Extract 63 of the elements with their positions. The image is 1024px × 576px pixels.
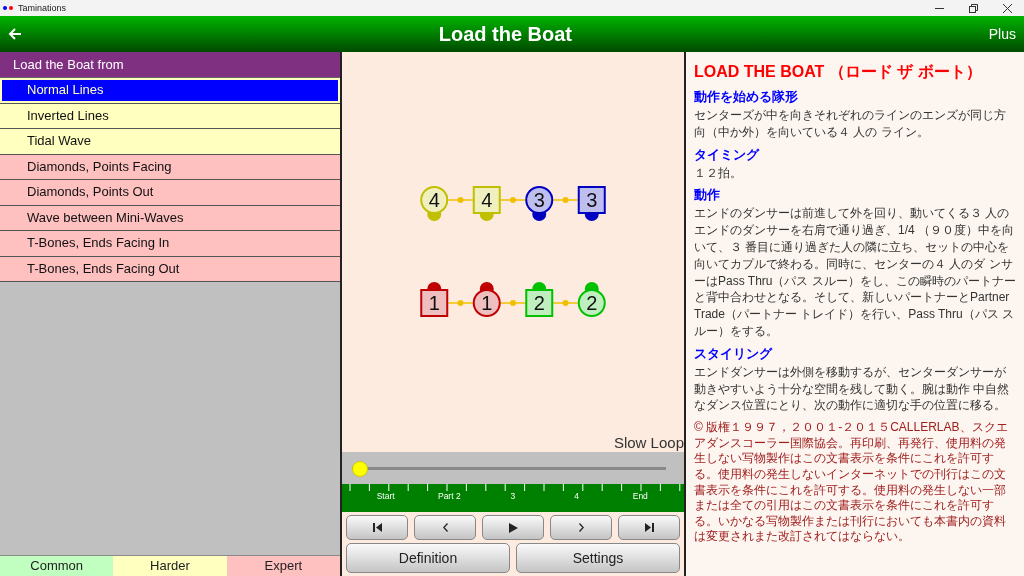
loop-label: Slow Loop	[613, 434, 684, 451]
level-tab[interactable]: Harder	[113, 556, 227, 576]
connector-line	[500, 300, 526, 306]
level-tab[interactable]: Expert	[226, 556, 340, 576]
formation-item[interactable]: Wave between Mini-Waves	[0, 205, 340, 231]
close-icon[interactable]	[1002, 3, 1012, 13]
skip-back-icon	[372, 523, 382, 532]
section-heading: タイミング	[694, 146, 761, 164]
section-text: エンドダンサーは外側を移動するが、センターダンサーが動きやすいよう十分な空間を残して動く。腕は動作 中自然なダンス位置にとり、次の動作に適切な手の位置に移る。	[694, 363, 1011, 415]
chevron-right-icon	[578, 523, 584, 532]
window-title: Taminations	[18, 3, 68, 13]
section-text: センターズが中を向きそれぞれのラインのエンズが同じ方向（中か外）を向いている４ 人の ライン。	[694, 107, 1007, 141]
dancer: 1	[420, 282, 449, 317]
dancer: 2	[577, 282, 606, 317]
dancer: 2	[525, 282, 554, 317]
formation-item[interactable]: Diamonds, Points Out	[0, 180, 340, 206]
part-label: Part 2	[436, 491, 462, 501]
part-label: Start	[375, 491, 396, 501]
formation-item[interactable]: T-Bones, Ends Facing In	[0, 231, 340, 257]
connector-line	[552, 300, 579, 306]
play-button[interactable]	[482, 515, 544, 540]
formation-item[interactable]: Diamonds, Points Facing	[0, 154, 340, 180]
last-button[interactable]	[618, 515, 680, 540]
section-heading: 動作	[694, 187, 721, 205]
skip-forward-icon	[644, 523, 654, 532]
back-arrow-icon[interactable]	[8, 27, 22, 41]
dancer: 3	[577, 186, 606, 221]
list-header: Load the Boat from	[0, 52, 340, 78]
section-heading: スタイリング	[694, 345, 774, 363]
formation-item[interactable]: Normal Lines	[0, 78, 340, 104]
section-text: エンドのダンサーは前進して外を回り、動いてくる３ 人のエンドのダンサーを右肩で通り過ぎ、1/4 （９０度）中を向いて、３ 番目に通り過ぎた人の隣に立ち、セットの中心を向いてカプルで終わる。同時に、センターの４ 人のダ ンサーはPass Thru（パス スルー）をし、この瞬時のパートナーと背中合わせとなる。そして、新しいパートナーとPartner Trade（パートナー トレイド）を行い、Pass Thru（パス スルー）をする。	[694, 205, 1016, 340]
connector-line	[447, 197, 474, 203]
formation-item[interactable]: Inverted Lines	[0, 103, 340, 129]
first-button[interactable]	[346, 515, 408, 540]
connector-line	[447, 300, 474, 306]
definition-title: LOAD THE BOAT （ロード ザ ボート）	[694, 62, 983, 82]
section-heading: 動作を始める隊形	[694, 89, 799, 106]
next-button[interactable]	[550, 515, 612, 540]
level-label: Plus	[988, 26, 1016, 42]
section-text: １２拍。	[694, 164, 743, 182]
dancer: 4	[472, 186, 501, 221]
previous-button[interactable]	[414, 515, 476, 540]
formation-item[interactable]: Tidal Wave	[0, 129, 340, 155]
settings-button[interactable]: Settings	[516, 543, 680, 573]
copyright-notice: © 版権１９９７，２００１-２０１５CALLERLAB、スクエアダンスコーラー国際協会。再印刷、再発行、使用料の発生しない写物製作はこの文書表示を条件にこれを許可する。使用料の発生しないインターネットでの刊行はこの文書表示を条件にこれを許可する。使用料の発生しない一部または全ての引用はこの文書表示を条件にこれを許可する。いかなる写物製作または刊行においても本書内の資料は変更されまた改訂されてはならない。	[694, 420, 1009, 545]
connector-line	[500, 197, 526, 203]
chevron-left-icon	[442, 523, 448, 532]
slider-thumb[interactable]	[352, 460, 368, 477]
formation-item[interactable]: T-Bones, Ends Facing Out	[0, 256, 340, 282]
level-tab[interactable]: Common	[0, 556, 114, 576]
connector-line	[552, 197, 579, 203]
screen-title: Load the Boat	[437, 22, 574, 46]
dancer: 4	[420, 186, 449, 221]
app-icon	[2, 5, 14, 11]
minimize-icon[interactable]	[934, 7, 944, 9]
dancer: 1	[472, 282, 501, 317]
dancer: 3	[525, 186, 554, 221]
part-label: 3	[509, 491, 517, 501]
restore-icon[interactable]	[968, 3, 978, 13]
part-label: End	[631, 491, 649, 501]
play-icon	[508, 522, 518, 533]
definition-button[interactable]: Definition	[346, 543, 510, 573]
part-label: 4	[573, 491, 580, 501]
